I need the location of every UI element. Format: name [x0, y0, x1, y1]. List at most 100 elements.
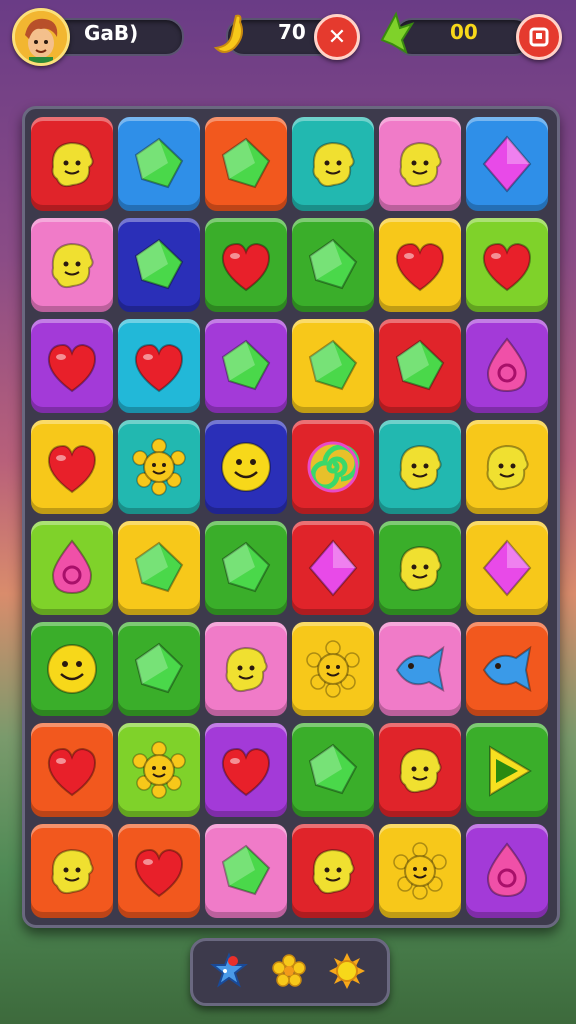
- tile[interactable]: [466, 319, 548, 413]
- tile[interactable]: [466, 218, 548, 312]
- tile[interactable]: [466, 521, 548, 615]
- tile[interactable]: [292, 218, 374, 312]
- tile[interactable]: [292, 420, 374, 514]
- gem-icon: [134, 541, 184, 593]
- tile[interactable]: [31, 622, 113, 716]
- booster-star-bird[interactable]: [209, 951, 249, 991]
- tile[interactable]: [205, 117, 287, 211]
- tile[interactable]: [118, 723, 200, 817]
- smiley-blob-icon: [51, 242, 94, 289]
- tile[interactable]: [118, 319, 200, 413]
- tile[interactable]: [205, 723, 287, 817]
- tile[interactable]: [205, 521, 287, 615]
- tile[interactable]: [31, 420, 113, 514]
- tile[interactable]: [292, 521, 374, 615]
- diamond-icon: [482, 539, 532, 597]
- player-name: GaB): [84, 21, 139, 45]
- tile[interactable]: [205, 319, 287, 413]
- tile[interactable]: [31, 723, 113, 817]
- tile[interactable]: [292, 319, 374, 413]
- sun-icon: [132, 438, 186, 496]
- booster-sun[interactable]: [327, 951, 367, 991]
- tile[interactable]: [118, 117, 200, 211]
- heart-icon: [482, 242, 532, 292]
- tile[interactable]: [205, 420, 287, 514]
- fish-icon: [395, 645, 445, 692]
- tile[interactable]: [205, 218, 287, 312]
- player-avatar[interactable]: [12, 8, 70, 66]
- drop-icon: [486, 337, 528, 393]
- tile[interactable]: [379, 521, 461, 615]
- heart-icon: [47, 747, 97, 797]
- tile[interactable]: [31, 319, 113, 413]
- tile[interactable]: [118, 420, 200, 514]
- gem-icon: [308, 339, 358, 391]
- diamond-icon: [308, 539, 358, 597]
- tile[interactable]: [466, 420, 548, 514]
- banana-icon: [212, 12, 250, 60]
- gem-icon: [221, 541, 271, 593]
- swirl-icon: [307, 441, 360, 493]
- tile[interactable]: [379, 723, 461, 817]
- tile[interactable]: [292, 824, 374, 918]
- heart-icon: [47, 444, 97, 494]
- tile[interactable]: [118, 218, 200, 312]
- tile[interactable]: [31, 117, 113, 211]
- tile[interactable]: [205, 622, 287, 716]
- menu-button[interactable]: [516, 14, 562, 60]
- tile[interactable]: [466, 622, 548, 716]
- tile[interactable]: [31, 824, 113, 918]
- tile[interactable]: [31, 521, 113, 615]
- smiley-blob-icon: [399, 747, 442, 794]
- tile[interactable]: [118, 622, 200, 716]
- tile[interactable]: [292, 723, 374, 817]
- gem-icon: [134, 137, 184, 189]
- sun-icon: [306, 640, 360, 698]
- game-board: [22, 106, 560, 928]
- tile[interactable]: [118, 824, 200, 918]
- fish-icon: [482, 645, 532, 692]
- score-value: 70: [278, 20, 306, 44]
- close-button[interactable]: ✕: [314, 14, 360, 60]
- drop-icon: [51, 539, 93, 595]
- tile[interactable]: [379, 622, 461, 716]
- gem-icon: [308, 743, 358, 795]
- leaf-icon: [376, 10, 416, 60]
- gem-icon: [395, 339, 445, 391]
- smiley-blob-icon: [51, 848, 94, 895]
- tile[interactable]: [205, 824, 287, 918]
- pause-menu-icon: [529, 27, 549, 47]
- booster-flower[interactable]: [269, 951, 309, 991]
- tile[interactable]: [31, 218, 113, 312]
- close-icon: ✕: [327, 24, 347, 50]
- heart-icon: [134, 848, 184, 898]
- smiley-blob-icon: [399, 545, 442, 592]
- sun-icon: [393, 842, 447, 900]
- sun-icon: [132, 741, 186, 799]
- smiley-blob-icon: [399, 141, 442, 188]
- tile[interactable]: [118, 521, 200, 615]
- tile[interactable]: [466, 117, 548, 211]
- gem-icon: [134, 238, 184, 290]
- moves-value: 00: [450, 20, 478, 44]
- drop-icon: [486, 842, 528, 898]
- tile[interactable]: [379, 218, 461, 312]
- heart-icon: [47, 343, 97, 393]
- tile[interactable]: [292, 117, 374, 211]
- gem-icon: [308, 238, 358, 290]
- tile[interactable]: [379, 420, 461, 514]
- smiley-blob-icon: [486, 444, 529, 491]
- heart-icon: [221, 747, 271, 797]
- tile[interactable]: [292, 622, 374, 716]
- tile[interactable]: [379, 824, 461, 918]
- flower-icon: [272, 954, 306, 987]
- gem-icon: [221, 137, 271, 189]
- gem-icon: [221, 339, 271, 391]
- tile[interactable]: [379, 117, 461, 211]
- star-bird-icon: [210, 952, 248, 988]
- tile[interactable]: [466, 723, 548, 817]
- smiley-blob-icon: [225, 646, 268, 693]
- tile[interactable]: [379, 319, 461, 413]
- tile[interactable]: [466, 824, 548, 918]
- smiley-icon: [221, 442, 271, 492]
